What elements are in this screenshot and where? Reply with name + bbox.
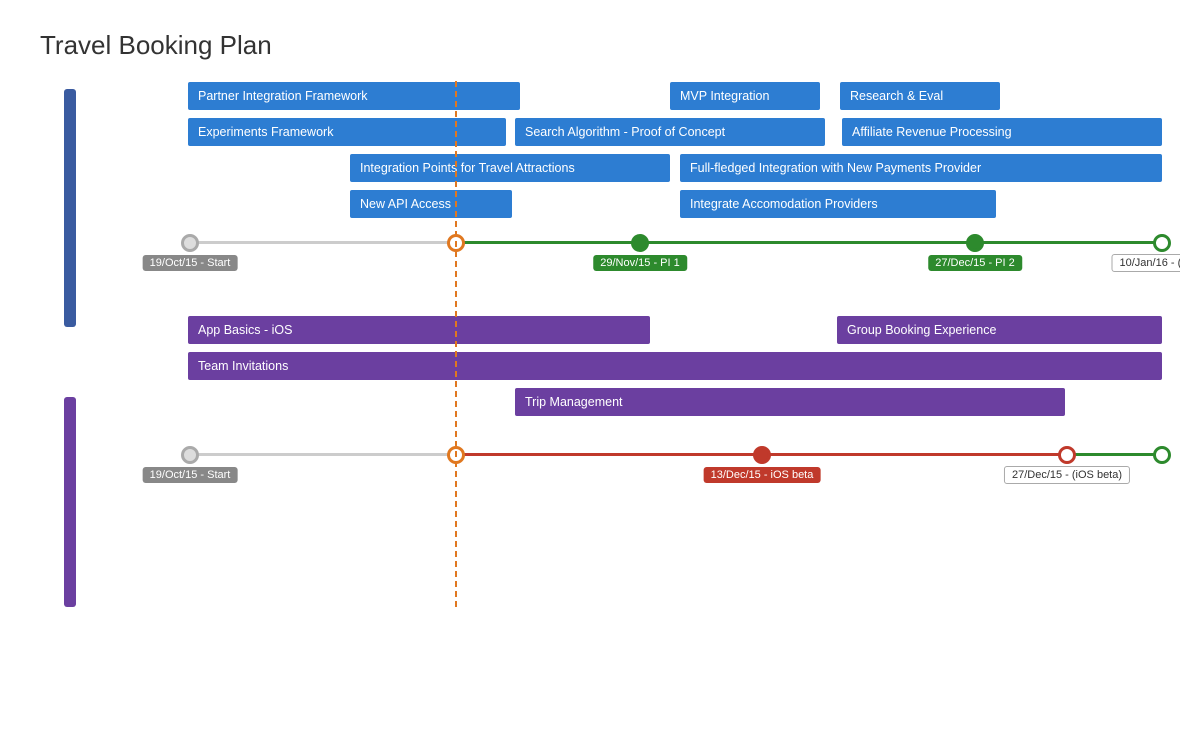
bar-affiliate-revenue: Affiliate Revenue Processing xyxy=(842,118,1162,146)
bar-row-1: Experiments Framework Search Algorithm -… xyxy=(100,117,1140,147)
bottom-timeline: 19/Oct/15 - Start 13/Dec/15 - iOS beta 2… xyxy=(100,433,1140,498)
bar-row-bottom-2: Trip Management xyxy=(100,387,1140,417)
bar-row-bottom-1: Team Invitations xyxy=(100,351,1140,381)
bar-search-algorithm: Search Algorithm - Proof of Concept xyxy=(515,118,825,146)
bar-experiments-framework: Experiments Framework xyxy=(188,118,506,146)
top-timeline: 19/Oct/15 - Start 29/Nov/15 - PI 1 27/De… xyxy=(100,221,1140,281)
bt-gray-seg xyxy=(190,453,456,456)
dot-today-bottom xyxy=(447,446,465,464)
sidebar-blue-bar xyxy=(64,89,76,327)
bar-row-0: Partner Integration Framework MVP Integr… xyxy=(100,81,1140,111)
timeline-gray-segment xyxy=(190,241,456,244)
bar-research-eval: Research & Eval xyxy=(840,82,1000,110)
bar-integrate-accommodation: Integrate Accomodation Providers xyxy=(680,190,996,218)
dot-end-bottom xyxy=(1153,446,1171,464)
bar-team-invitations: Team Invitations xyxy=(188,352,1162,380)
label-pi3-top: 10/Jan/16 - (PI 3) xyxy=(1112,257,1180,269)
label-start-top: 19/Oct/15 - Start xyxy=(143,257,238,269)
bar-integration-points: Integration Points for Travel Attraction… xyxy=(350,154,670,182)
dot-pi3-top xyxy=(1153,234,1171,252)
dot-pi1-top xyxy=(631,234,649,252)
page-title: Travel Booking Plan xyxy=(40,30,1140,61)
bar-row-bottom-0: App Basics - iOS Group Booking Experienc… xyxy=(100,315,1140,345)
label-pi2-top: 27/Dec/15 - PI 2 xyxy=(928,257,1022,269)
bottom-section: App Basics - iOS Group Booking Experienc… xyxy=(100,315,1140,425)
dot-today-top xyxy=(447,234,465,252)
label-ios-beta: 13/Dec/15 - iOS beta xyxy=(704,469,821,481)
dot-ios-beta xyxy=(753,446,771,464)
label-pi1-top: 29/Nov/15 - PI 1 xyxy=(593,257,687,269)
dot-pi2-top xyxy=(966,234,984,252)
bar-app-basics: App Basics - iOS xyxy=(188,316,650,344)
section-divider xyxy=(100,285,1140,305)
left-sidebar xyxy=(40,81,100,607)
bar-trip-management: Trip Management xyxy=(515,388,1065,416)
main-gantt: Partner Integration Framework MVP Integr… xyxy=(100,81,1140,607)
label-start-bottom: 19/Oct/15 - Start xyxy=(143,469,238,481)
bar-row-2: Integration Points for Travel Attraction… xyxy=(100,153,1140,183)
bar-partner-integration: Partner Integration Framework xyxy=(188,82,520,110)
dot-start-top xyxy=(181,234,199,252)
label-ios-beta-2: 27/Dec/15 - (iOS beta) xyxy=(1004,469,1130,481)
bar-fullfledged-integration: Full-fledged Integration with New Paymen… xyxy=(680,154,1162,182)
bar-group-booking: Group Booking Experience xyxy=(837,316,1162,344)
page: Travel Booking Plan Partner Integration … xyxy=(0,0,1180,740)
bar-row-3: New API Access Integrate Accomodation Pr… xyxy=(100,189,1140,219)
top-section: Partner Integration Framework MVP Integr… xyxy=(100,81,1140,211)
bt-green-seg xyxy=(1067,453,1162,456)
timeline-line-green-1 xyxy=(456,241,1162,244)
sidebar-purple-bar xyxy=(64,397,76,607)
dot-start-bottom xyxy=(181,446,199,464)
bar-mvp-integration: MVP Integration xyxy=(670,82,820,110)
bar-new-api-access: New API Access xyxy=(350,190,512,218)
dot-ios-beta-2 xyxy=(1058,446,1076,464)
